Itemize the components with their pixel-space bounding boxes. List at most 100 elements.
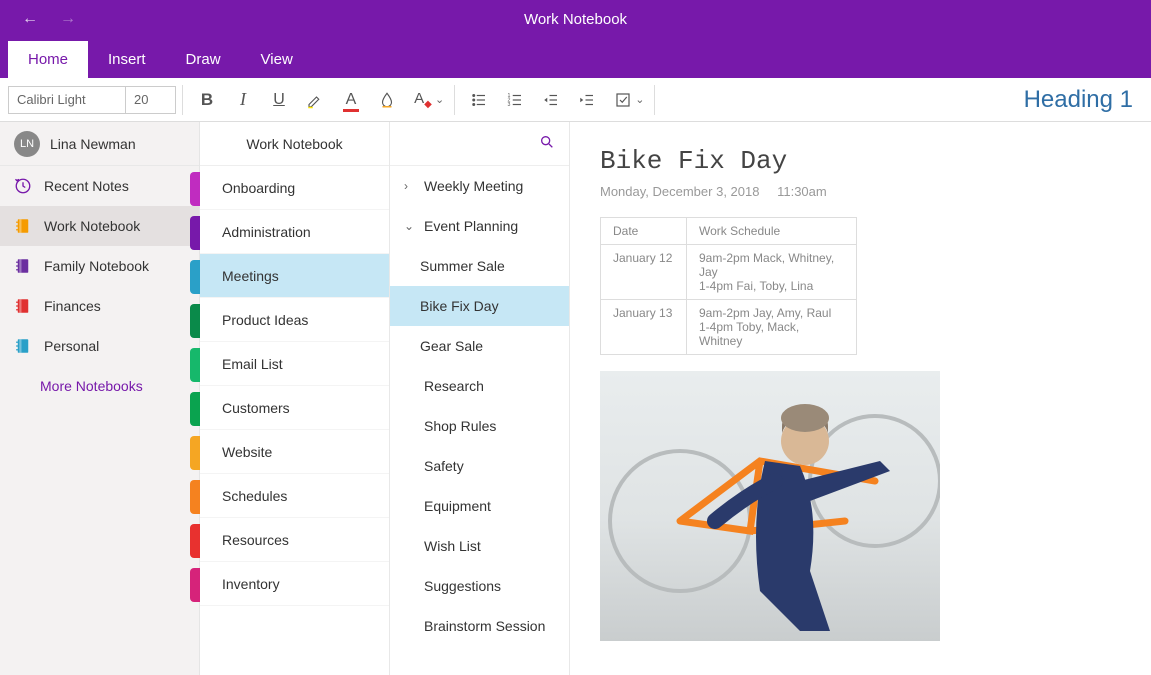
underline-button[interactable]: U [261, 82, 297, 118]
clock-icon [14, 177, 32, 195]
notebook-item[interactable]: Recent Notes [0, 166, 199, 206]
table-header-schedule: Work Schedule [687, 218, 857, 245]
notebook-icon [14, 217, 32, 235]
page-item[interactable]: Research [390, 366, 569, 406]
page-meta: Monday, December 3, 2018 11:30am [600, 184, 1121, 199]
section-color-tab [190, 304, 200, 338]
section-color-tab [190, 436, 200, 470]
back-button[interactable]: ← [22, 10, 38, 28]
chevron-right-icon: › [404, 179, 418, 193]
ribbon-tab-home[interactable]: Home [8, 41, 88, 78]
forward-button[interactable]: → [60, 10, 76, 28]
ribbon-tab-insert[interactable]: Insert [88, 41, 166, 78]
section-item[interactable]: Customers [200, 386, 389, 430]
table-row[interactable]: January 129am-2pm Mack, Whitney, Jay1-4p… [601, 245, 857, 300]
section-label: Website [222, 444, 272, 460]
section-color-tab [190, 172, 200, 206]
chevron-down-icon: ⌄ [404, 219, 418, 233]
schedule-table[interactable]: Date Work Schedule January 129am-2pm Mac… [600, 217, 857, 355]
notebook-sidebar: LN Lina Newman Recent Notes Work Notebook… [0, 122, 200, 675]
page-item[interactable]: ⌄Event Planning [390, 206, 569, 246]
page-label: Bike Fix Day [420, 298, 499, 314]
italic-button[interactable]: I [225, 82, 261, 118]
section-color-tab [190, 480, 200, 514]
cell-schedule: 9am-2pm Jay, Amy, Raul1-4pm Toby, Mack, … [687, 300, 857, 355]
notebook-label: Finances [44, 298, 101, 314]
main-area: LN Lina Newman Recent NotesWork Notebook… [0, 122, 1151, 675]
notebook-icon [14, 337, 32, 355]
font-color-button[interactable]: A [333, 82, 369, 118]
ribbon-tabs: HomeInsertDrawView [0, 38, 1151, 78]
page-content[interactable]: Bike Fix Day Monday, December 3, 2018 11… [570, 122, 1151, 675]
page-item[interactable]: Brainstorm Session [390, 606, 569, 646]
notebook-label: Work Notebook [44, 218, 140, 234]
page-item[interactable]: › Weekly Meeting [390, 166, 569, 206]
page-label: Brainstorm Session [424, 618, 545, 634]
font-name-selector[interactable]: Calibri Light [8, 86, 126, 114]
section-color-tab [190, 216, 200, 250]
more-notebooks-link[interactable]: More Notebooks [0, 366, 199, 406]
ribbon-tab-draw[interactable]: Draw [166, 41, 241, 78]
ribbon-tab-view[interactable]: View [241, 41, 313, 78]
style-selector[interactable]: Heading 1 [1024, 86, 1133, 114]
highlight-button[interactable] [297, 82, 333, 118]
section-item[interactable]: Website [200, 430, 389, 474]
page-item[interactable]: Equipment [390, 486, 569, 526]
section-item[interactable]: Resources [200, 518, 389, 562]
ink-color-button[interactable] [369, 82, 405, 118]
page-item[interactable]: Safety [390, 446, 569, 486]
section-label: Customers [222, 400, 290, 416]
section-color-tab [190, 260, 200, 294]
search-icon[interactable] [539, 134, 555, 153]
section-item[interactable]: Schedules [200, 474, 389, 518]
section-item[interactable]: Meetings [200, 254, 389, 298]
page-title[interactable]: Bike Fix Day [600, 146, 1121, 176]
notebook-item[interactable]: Work Notebook [0, 206, 199, 246]
page-label: Weekly Meeting [424, 178, 523, 194]
page-item[interactable]: Summer Sale [390, 246, 569, 286]
clear-formatting-button[interactable]: A◆ [405, 82, 441, 118]
todo-tag-button[interactable] [605, 82, 641, 118]
outdent-button[interactable] [533, 82, 569, 118]
bold-button[interactable]: B [189, 82, 225, 118]
page-item[interactable]: Wish List [390, 526, 569, 566]
titlebar: ← → Work Notebook [0, 0, 1151, 38]
page-label: Research [424, 378, 484, 394]
page-date: Monday, December 3, 2018 [600, 184, 759, 199]
cell-date: January 13 [601, 300, 687, 355]
cell-schedule: 9am-2pm Mack, Whitney, Jay1-4pm Fai, Tob… [687, 245, 857, 300]
section-item[interactable]: Product Ideas [200, 298, 389, 342]
notebook-item[interactable]: Personal [0, 326, 199, 366]
font-size-selector[interactable]: 20 [126, 86, 176, 114]
page-item[interactable]: Gear Sale [390, 326, 569, 366]
cell-date: January 12 [601, 245, 687, 300]
section-label: Meetings [222, 268, 279, 284]
bullet-list-button[interactable] [461, 82, 497, 118]
indent-button[interactable] [569, 82, 605, 118]
numbered-list-button[interactable]: 123 [497, 82, 533, 118]
notebook-item[interactable]: Finances [0, 286, 199, 326]
page-item[interactable]: Shop Rules [390, 406, 569, 446]
section-label: Schedules [222, 488, 287, 504]
section-label: Product Ideas [222, 312, 308, 328]
section-color-tab [190, 392, 200, 426]
page-label: Gear Sale [420, 338, 483, 354]
section-item[interactable]: Administration [200, 210, 389, 254]
page-item[interactable]: Bike Fix Day [390, 286, 569, 326]
notebook-icon [14, 257, 32, 275]
notebook-item[interactable]: Family Notebook [0, 246, 199, 286]
section-label: Inventory [222, 576, 280, 592]
svg-text:3: 3 [508, 102, 511, 108]
sections-header: Work Notebook [200, 122, 389, 166]
pages-header [390, 122, 569, 166]
table-row[interactable]: January 139am-2pm Jay, Amy, Raul1-4pm To… [601, 300, 857, 355]
user-account[interactable]: LN Lina Newman [0, 122, 199, 166]
page-label: Wish List [424, 538, 481, 554]
embedded-image[interactable] [600, 371, 940, 641]
user-name: Lina Newman [50, 136, 136, 152]
page-item[interactable]: Suggestions [390, 566, 569, 606]
section-item[interactable]: Onboarding [200, 166, 389, 210]
window-title: Work Notebook [0, 11, 1151, 28]
section-item[interactable]: Email List [200, 342, 389, 386]
section-item[interactable]: Inventory [200, 562, 389, 606]
